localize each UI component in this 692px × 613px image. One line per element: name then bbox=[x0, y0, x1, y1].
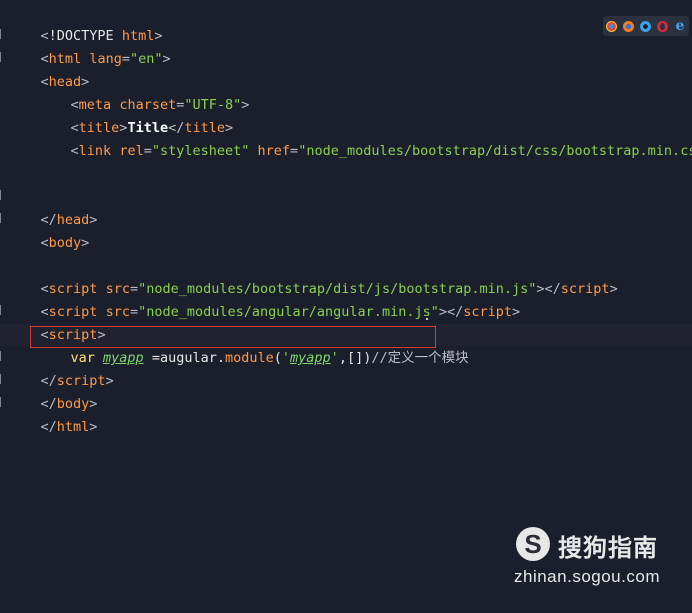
punct: > bbox=[81, 235, 90, 251]
punct: > bbox=[438, 304, 447, 320]
punct: = bbox=[290, 143, 299, 159]
fold-marker[interactable] bbox=[0, 213, 7, 223]
attr-name: rel bbox=[119, 143, 144, 159]
punct: > bbox=[162, 51, 171, 67]
watermark-title: 搜狗指南 bbox=[558, 534, 658, 562]
fold-marker[interactable] bbox=[0, 305, 7, 315]
fold-marker[interactable] bbox=[0, 351, 7, 361]
chrome-icon[interactable] bbox=[606, 20, 617, 32]
punct: < bbox=[40, 235, 49, 251]
punct: > bbox=[536, 281, 545, 297]
string-value: myapp bbox=[290, 350, 331, 366]
punct: = bbox=[143, 143, 152, 159]
watermark-url: zhinan.sogou.com bbox=[514, 567, 660, 586]
fold-marker[interactable] bbox=[0, 374, 7, 384]
assignment: =augular. bbox=[143, 350, 225, 366]
code-line-head-open[interactable]: <head> bbox=[8, 49, 90, 90]
fold-marker[interactable] bbox=[0, 29, 7, 39]
attr-value: "node_modules/angular/angular.min.js" bbox=[138, 304, 439, 320]
attr-value: "node_modules/bootstrap/dist/css/bootstr… bbox=[298, 143, 692, 159]
code-line-html-close[interactable]: </html> bbox=[8, 394, 98, 435]
punct: ( bbox=[273, 350, 282, 366]
fold-marker[interactable] bbox=[0, 397, 7, 407]
punct: </ bbox=[544, 281, 561, 297]
attr-value: "en" bbox=[129, 51, 163, 67]
punct: </ bbox=[40, 419, 57, 435]
tag-name: body bbox=[48, 235, 82, 251]
punct: > bbox=[89, 419, 98, 435]
tag-name: script bbox=[560, 281, 610, 297]
tag-name: link bbox=[78, 143, 112, 159]
sogou-logo-icon: S bbox=[516, 527, 550, 561]
punct: > bbox=[609, 281, 618, 297]
code-line-body-close[interactable]: </body> bbox=[8, 371, 98, 412]
code-line-script-close[interactable]: </script> bbox=[8, 348, 114, 389]
punct: = bbox=[121, 51, 130, 67]
browser-preview-toolbar: e bbox=[603, 16, 689, 36]
attr-name: src bbox=[105, 304, 130, 320]
code-line-title[interactable]: <title>Title</title> bbox=[38, 95, 234, 136]
punct: > bbox=[89, 212, 98, 228]
fold-marker[interactable] bbox=[0, 52, 7, 62]
attr-value: "stylesheet" bbox=[151, 143, 250, 159]
code-line-script-open[interactable]: <script> bbox=[8, 302, 106, 343]
tag-name: script bbox=[463, 304, 513, 320]
punct: </ bbox=[446, 304, 464, 320]
code-line-link[interactable]: <link rel="stylesheet" href="node_module… bbox=[38, 118, 692, 159]
code-line-script-angular[interactable]: <script src="node_modules/angular/angula… bbox=[8, 279, 521, 320]
attr-name: href bbox=[257, 143, 291, 159]
editor-gutter bbox=[0, 0, 6, 613]
code-line-doctype[interactable]: <!DOCTYPE html> bbox=[8, 3, 163, 44]
ie-icon[interactable] bbox=[640, 20, 651, 32]
comment: //定义一个模块 bbox=[371, 350, 469, 366]
code-line-meta[interactable]: <meta charset="UTF-8"> bbox=[38, 72, 250, 113]
punct: > bbox=[105, 373, 114, 389]
method-name: module bbox=[224, 350, 274, 366]
firefox-icon[interactable] bbox=[623, 20, 634, 32]
code-line-body-open[interactable]: <body> bbox=[8, 210, 90, 251]
tag-name: html bbox=[56, 419, 90, 435]
watermark: S 搜狗指南 zhinan.sogou.com bbox=[514, 527, 684, 589]
edge-icon[interactable]: e bbox=[674, 19, 686, 33]
punct: = bbox=[129, 304, 139, 320]
punct: > bbox=[241, 97, 250, 113]
opera-icon[interactable] bbox=[657, 20, 668, 32]
code-line-head-close[interactable]: </head> bbox=[8, 187, 98, 228]
args-rest: ,[]) bbox=[338, 350, 372, 366]
highlight-box bbox=[30, 326, 436, 348]
quote: ' bbox=[281, 350, 291, 366]
code-line-html-open[interactable]: <html lang="en"> bbox=[8, 26, 171, 67]
punct: > bbox=[512, 304, 521, 320]
code-line-script-bootstrap[interactable]: <script src="node_modules/bootstrap/dist… bbox=[8, 256, 618, 297]
code-editor[interactable]: <!DOCTYPE html> <html lang="en"> <head> … bbox=[0, 0, 692, 613]
attr-name: lang bbox=[89, 51, 122, 67]
fold-marker[interactable] bbox=[0, 190, 7, 200]
punct: < bbox=[70, 143, 79, 159]
quote: ' bbox=[330, 350, 339, 366]
